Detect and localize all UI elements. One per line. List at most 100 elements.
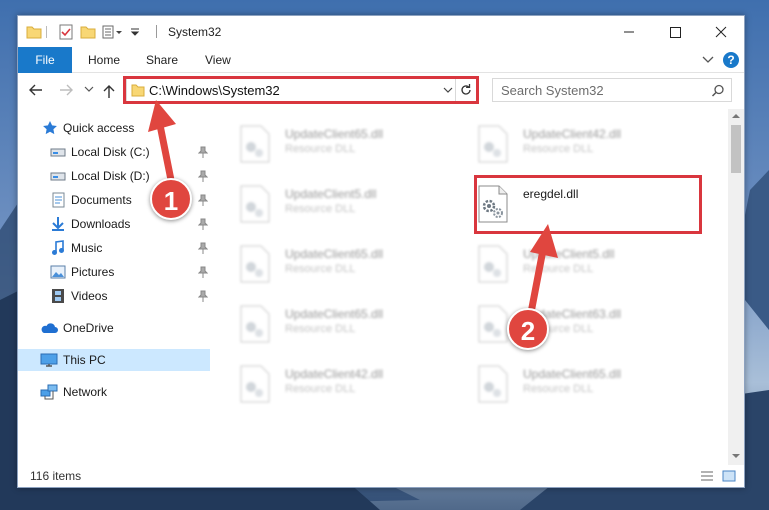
file-description: Resource DLL	[523, 383, 594, 395]
file-name: UpdateClient65.dll	[285, 127, 384, 141]
computer-icon	[40, 353, 58, 367]
scroll-up-icon[interactable]	[732, 113, 740, 119]
dll-file-icon	[240, 245, 270, 283]
sidebar-item-label: Quick access	[63, 121, 135, 135]
sidebar-item-label: Local Disk (D:)	[71, 169, 150, 183]
navigation-bar: C:\Windows\System32 Search System32	[18, 73, 744, 109]
refresh-highlight	[451, 76, 479, 104]
music-icon	[52, 240, 64, 255]
pin-icon[interactable]	[198, 146, 208, 158]
quick-access-dropdown-icon[interactable]	[130, 27, 140, 43]
sidebar-item-label: Documents	[71, 193, 132, 207]
file-item[interactable]: UpdateClient42.dll Resource DLL	[456, 117, 686, 171]
pin-icon[interactable]	[198, 218, 208, 230]
sidebar-item-label: Pictures	[71, 265, 115, 279]
sidebar-item-label: This PC	[63, 353, 106, 367]
forward-icon[interactable]	[58, 83, 74, 97]
maximize-icon	[670, 27, 681, 38]
back-icon[interactable]	[28, 83, 44, 97]
window-title: System32	[168, 25, 222, 39]
customize-quick-access-icon[interactable]	[102, 24, 124, 40]
maximize-button[interactable]	[652, 16, 698, 47]
minimize-button[interactable]	[606, 16, 652, 47]
chevron-down-icon[interactable]	[702, 56, 714, 64]
item-count: 116 items	[30, 469, 82, 483]
tab-file[interactable]: File	[18, 47, 72, 73]
file-name: UpdateClient5.dll	[523, 247, 615, 261]
file-item[interactable]: UpdateClient65.dll Resource DLL	[218, 297, 448, 351]
documents-icon	[52, 192, 65, 208]
search-input[interactable]: Search System32	[501, 83, 604, 98]
file-name: UpdateClient65.dll	[285, 307, 384, 321]
file-description: Resource DLL	[285, 203, 356, 215]
network-icon	[40, 384, 58, 400]
tab-share[interactable]: Share	[146, 47, 178, 73]
download-icon	[52, 217, 64, 231]
file-item[interactable]: UpdateClient65.dll Resource DLL	[218, 237, 448, 291]
sidebar-item-label: Downloads	[71, 217, 131, 231]
qa-separator	[46, 26, 47, 38]
scroll-down-icon[interactable]	[732, 453, 740, 459]
file-description: Resource DLL	[285, 383, 356, 395]
minimize-icon	[624, 31, 634, 33]
recent-locations-icon[interactable]	[84, 86, 94, 94]
ribbon: File Home Share View ?	[18, 47, 744, 73]
dll-file-icon	[478, 125, 508, 163]
file-list: UpdateClient65.dll Resource DLL UpdateCl…	[218, 109, 728, 465]
pin-icon[interactable]	[198, 194, 208, 206]
up-icon[interactable]	[102, 83, 116, 99]
sidebar-item-videos[interactable]: Videos	[18, 285, 210, 307]
pin-icon[interactable]	[198, 266, 208, 278]
folder-icon	[26, 26, 42, 39]
file-item[interactable]: UpdateClient5.dll Resource DLL	[218, 177, 448, 231]
file-item[interactable]: UpdateClient63.dll Resource DLL	[456, 297, 686, 351]
file-item[interactable]: UpdateClient5.dll Resource DLL	[456, 237, 686, 291]
large-icons-view-icon[interactable]	[722, 470, 736, 482]
vertical-scrollbar[interactable]	[728, 109, 744, 465]
star-icon	[43, 121, 57, 135]
file-description: Resource DLL	[523, 143, 594, 155]
search-icon[interactable]	[711, 84, 725, 98]
help-icon[interactable]: ?	[723, 52, 739, 68]
tab-home[interactable]: Home	[88, 47, 120, 73]
title-bar: System32	[18, 16, 744, 47]
drive-icon	[50, 172, 66, 181]
pictures-icon	[50, 265, 66, 279]
sidebar-item-network[interactable]: Network	[18, 381, 210, 403]
onedrive-icon	[41, 323, 58, 333]
sidebar-item-local-disk-c[interactable]: Local Disk (C:)	[18, 141, 210, 163]
properties-icon[interactable]	[58, 24, 74, 40]
sidebar-item-onedrive[interactable]: OneDrive	[18, 317, 210, 339]
file-item[interactable]: UpdateClient42.dll Resource DLL	[218, 357, 448, 411]
sidebar-item-label: Music	[71, 241, 103, 255]
details-view-icon[interactable]	[700, 470, 714, 482]
tab-view[interactable]: View	[205, 47, 231, 73]
file-name: UpdateClient65.dll	[523, 367, 622, 381]
file-name: UpdateClient42.dll	[523, 127, 622, 141]
drive-icon	[50, 148, 66, 157]
status-bar: 116 items	[18, 465, 744, 487]
file-item[interactable]: UpdateClient65.dll Resource DLL	[218, 117, 448, 171]
dll-file-icon	[478, 305, 508, 343]
file-name: UpdateClient65.dll	[285, 247, 384, 261]
sidebar-item-label: Videos	[71, 289, 108, 303]
search-box[interactable]: Search System32	[492, 78, 732, 102]
dll-file-icon	[478, 365, 508, 403]
dll-file-icon	[240, 305, 270, 343]
new-folder-icon[interactable]	[80, 24, 96, 40]
file-description: Resource DLL	[285, 323, 356, 335]
sidebar-item-pictures[interactable]: Pictures	[18, 261, 210, 283]
scroll-thumb[interactable]	[731, 125, 741, 173]
title-separator	[156, 25, 157, 38]
sidebar-item-this-pc[interactable]: This PC	[18, 349, 210, 371]
dll-file-icon	[240, 185, 270, 223]
close-icon	[715, 26, 727, 38]
pin-icon[interactable]	[198, 290, 208, 302]
sidebar-item-music[interactable]: Music	[18, 237, 210, 259]
pin-icon[interactable]	[198, 242, 208, 254]
sidebar-item-quick-access[interactable]: Quick access	[18, 117, 210, 139]
file-item[interactable]: UpdateClient65.dll Resource DLL	[456, 357, 686, 411]
close-button[interactable]	[698, 16, 744, 47]
dll-file-icon	[240, 125, 270, 163]
pin-icon[interactable]	[198, 170, 208, 182]
